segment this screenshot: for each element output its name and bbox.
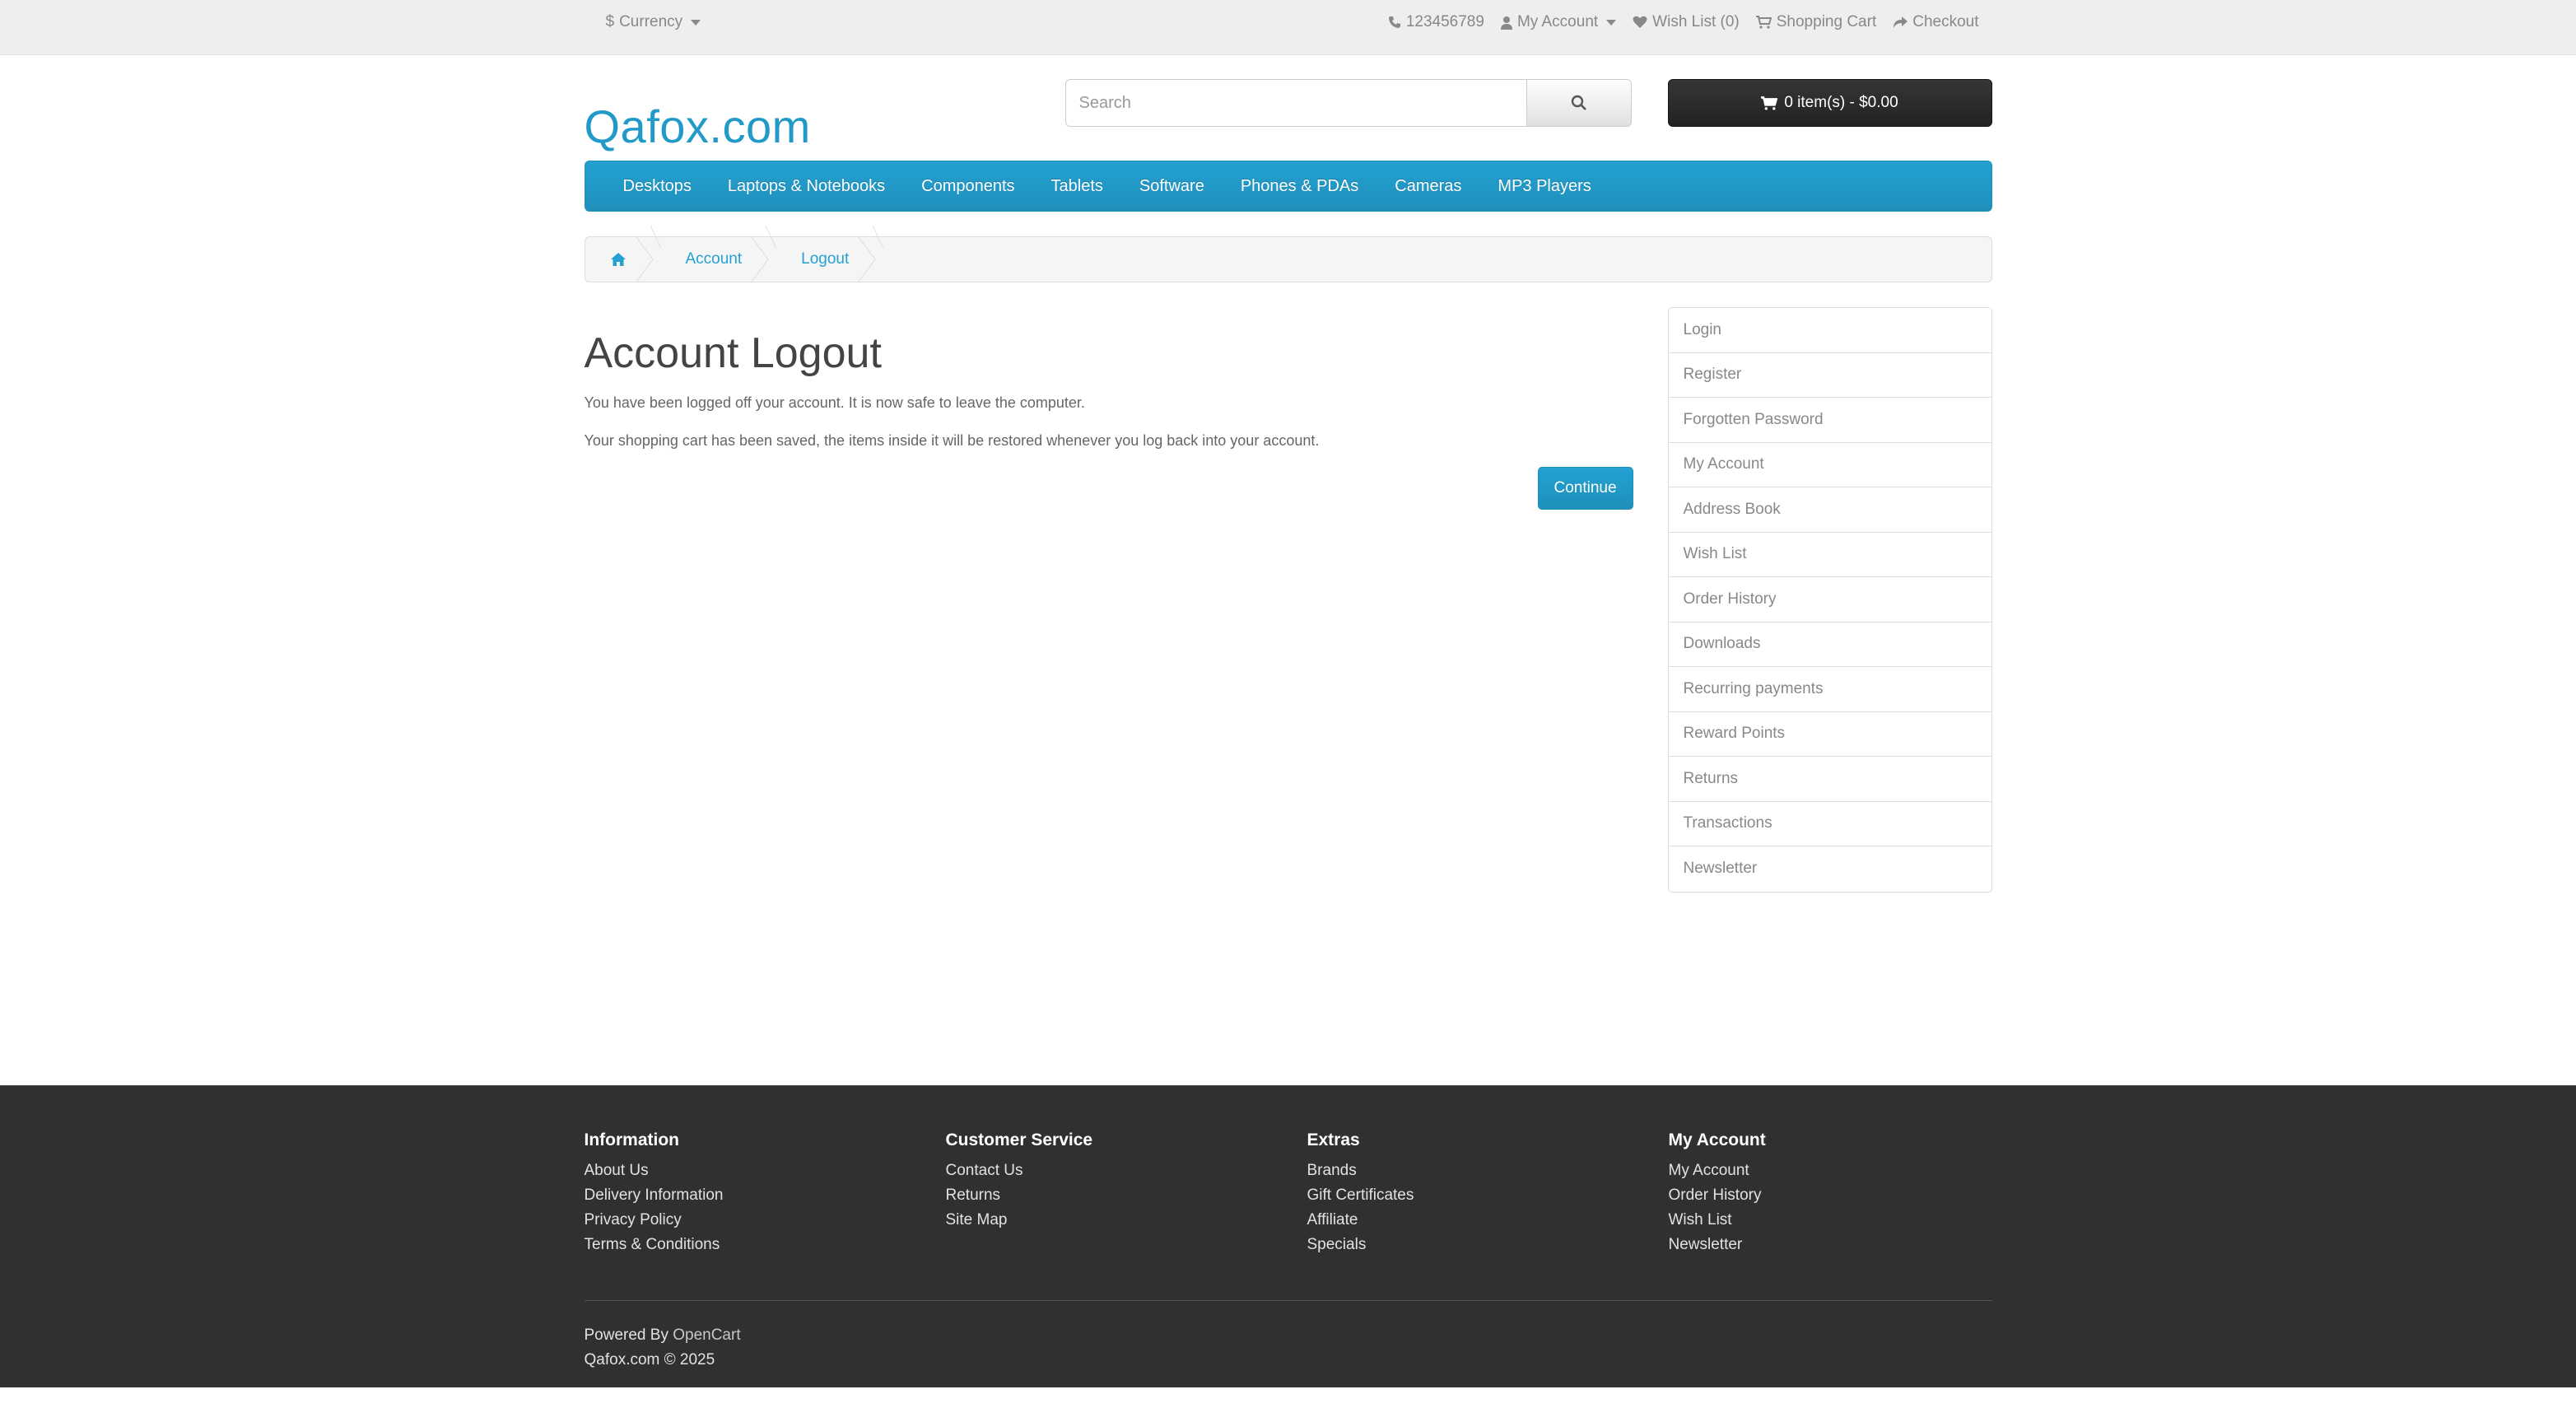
breadcrumb-account-label: Account bbox=[685, 250, 743, 268]
sidebar-item-wish-list[interactable]: Wish List bbox=[1668, 533, 1991, 577]
menu-item-desktops[interactable]: Desktops bbox=[605, 177, 710, 196]
opencart-link[interactable]: OpenCart bbox=[673, 1326, 740, 1344]
phone-icon bbox=[1388, 16, 1400, 28]
breadcrumb: Account Logout bbox=[584, 236, 1992, 282]
footer-link-my-account[interactable]: My Account bbox=[1669, 1159, 1766, 1183]
footer-heading: Information bbox=[584, 1131, 680, 1149]
sidebar-item-reward-points[interactable]: Reward Points bbox=[1668, 712, 1991, 757]
main-content: Account Logout You have been logged off … bbox=[585, 282, 1992, 1056]
my-account-label: My Account bbox=[1516, 13, 1599, 30]
top-links: 123456789 My Account Wish List (0) Shopp… bbox=[1388, 13, 1979, 31]
shopping-cart-label: Shopping Cart bbox=[1776, 13, 1877, 30]
menu-item-components[interactable]: Components bbox=[903, 177, 1032, 196]
home-icon bbox=[610, 253, 626, 266]
breadcrumb-logout[interactable]: Logout bbox=[770, 237, 877, 282]
checkout-link[interactable]: Checkout bbox=[1893, 13, 1979, 31]
footer-link-about-us[interactable]: About Us bbox=[585, 1159, 724, 1183]
footer-link-gift-certificates[interactable]: Gift Certificates bbox=[1307, 1183, 1414, 1208]
caret-down-icon bbox=[1606, 19, 1617, 26]
footer-divider bbox=[584, 1300, 1992, 1301]
currency-label: Currency bbox=[619, 13, 683, 30]
powered-by-label: Powered By bbox=[584, 1326, 668, 1344]
copyright: Qafox.com © 2025 bbox=[584, 1351, 715, 1368]
user-icon bbox=[1500, 16, 1512, 30]
wishlist-link[interactable]: Wish List (0) bbox=[1633, 13, 1740, 31]
footer-column-customer-service: Customer Service Contact Us Returns Site… bbox=[946, 1131, 1093, 1233]
cart-icon bbox=[1761, 96, 1778, 110]
menu-item-phones-pdas[interactable]: Phones & PDAs bbox=[1223, 177, 1377, 196]
phone-number: 123456789 bbox=[1405, 13, 1484, 30]
search-icon bbox=[1571, 95, 1586, 110]
menu-item-software[interactable]: Software bbox=[1121, 177, 1223, 196]
sidebar-item-returns[interactable]: Returns bbox=[1668, 757, 1991, 802]
footer-link-terms-conditions[interactable]: Terms & Conditions bbox=[585, 1233, 724, 1257]
footer-link-site-map[interactable]: Site Map bbox=[946, 1208, 1093, 1233]
search-input[interactable] bbox=[1064, 79, 1526, 127]
cart-total: 0 item(s) - $0.00 bbox=[1784, 94, 1898, 111]
search-box bbox=[1064, 79, 1632, 127]
footer-link-contact-us[interactable]: Contact Us bbox=[946, 1159, 1093, 1183]
phone-link[interactable]: 123456789 bbox=[1388, 13, 1484, 31]
footer-heading: My Account bbox=[1668, 1131, 1766, 1149]
caret-down-icon bbox=[691, 19, 701, 26]
logout-message: You have been logged off your account. I… bbox=[584, 394, 1085, 411]
continue-button[interactable]: Continue bbox=[1537, 467, 1633, 510]
menu-item-cameras[interactable]: Cameras bbox=[1377, 177, 1479, 196]
sidebar-item-forgotten-password[interactable]: Forgotten Password bbox=[1668, 398, 1991, 443]
menu-item-mp3-players[interactable]: MP3 Players bbox=[1479, 177, 1609, 196]
footer-heading: Extras bbox=[1307, 1131, 1360, 1149]
heart-icon bbox=[1633, 16, 1647, 28]
checkout-label: Checkout bbox=[1912, 13, 1979, 30]
breadcrumb-separator bbox=[859, 237, 876, 282]
footer-link-order-history[interactable]: Order History bbox=[1669, 1183, 1766, 1208]
footer-link-brands[interactable]: Brands bbox=[1307, 1159, 1414, 1183]
sidebar-item-login[interactable]: Login bbox=[1668, 308, 1991, 353]
footer-link-affiliate[interactable]: Affiliate bbox=[1307, 1208, 1414, 1233]
cart-icon bbox=[1755, 16, 1772, 29]
footer-link-delivery-information[interactable]: Delivery Information bbox=[585, 1183, 724, 1208]
footer-column-extras: Extras Brands Gift Certificates Affiliat… bbox=[1307, 1131, 1414, 1257]
powered-by: Powered By OpenCart bbox=[585, 1326, 741, 1345]
cart-button[interactable]: 0 item(s) - $0.00 bbox=[1667, 79, 1992, 127]
breadcrumb-separator bbox=[752, 237, 769, 282]
footer-link-returns[interactable]: Returns bbox=[946, 1183, 1093, 1208]
footer-link-specials[interactable]: Specials bbox=[1307, 1233, 1414, 1257]
sidebar-item-order-history[interactable]: Order History bbox=[1668, 577, 1991, 622]
footer-heading: Customer Service bbox=[945, 1131, 1093, 1149]
top-bar: $ Currency 123456789 My Account Wish Lis… bbox=[0, 0, 2576, 55]
sidebar-item-transactions[interactable]: Transactions bbox=[1668, 802, 1991, 846]
sidebar-item-register[interactable]: Register bbox=[1668, 353, 1991, 398]
sidebar-item-my-account[interactable]: My Account bbox=[1668, 443, 1991, 487]
breadcrumb-separator bbox=[636, 237, 654, 282]
footer-link-newsletter[interactable]: Newsletter bbox=[1669, 1233, 1766, 1257]
footer-link-wish-list[interactable]: Wish List bbox=[1669, 1208, 1766, 1233]
sidebar-item-downloads[interactable]: Downloads bbox=[1668, 622, 1991, 667]
page-title: Account Logout bbox=[584, 329, 882, 377]
sidebar-item-newsletter[interactable]: Newsletter bbox=[1669, 846, 1991, 892]
main-menu: Desktops Laptops & Notebooks Components … bbox=[584, 161, 1992, 212]
currency-dropdown[interactable]: $ Currency bbox=[606, 13, 701, 31]
footer-column-my-account: My Account My Account Order History Wish… bbox=[1669, 1131, 1766, 1257]
sidebar-item-address-book[interactable]: Address Book bbox=[1668, 487, 1991, 533]
shopping-cart-link[interactable]: Shopping Cart bbox=[1755, 13, 1877, 31]
currency-symbol: $ bbox=[605, 13, 615, 30]
footer-link-privacy-policy[interactable]: Privacy Policy bbox=[585, 1208, 724, 1233]
breadcrumb-home[interactable] bbox=[585, 237, 654, 282]
site-logo[interactable]: Qafox.com bbox=[585, 100, 811, 153]
menu-item-tablets[interactable]: Tablets bbox=[1033, 177, 1121, 196]
breadcrumb-account[interactable]: Account bbox=[654, 237, 771, 282]
my-account-dropdown[interactable]: My Account bbox=[1500, 13, 1617, 31]
search-button[interactable] bbox=[1526, 79, 1632, 127]
share-icon bbox=[1894, 16, 1908, 28]
breadcrumb-logout-label: Logout bbox=[801, 250, 850, 268]
footer: Information About Us Delivery Informatio… bbox=[0, 1085, 2576, 1387]
cart-saved-message: Your shopping cart has been saved, the i… bbox=[584, 432, 1320, 449]
header: Qafox.com 0 item(s) - $0.00 bbox=[585, 55, 1992, 161]
menu-item-laptops-notebooks[interactable]: Laptops & Notebooks bbox=[710, 177, 903, 196]
account-sidebar: Login Register Forgotten Password My Acc… bbox=[1667, 307, 1992, 893]
footer-column-information: Information About Us Delivery Informatio… bbox=[585, 1131, 724, 1257]
wishlist-label: Wish List (0) bbox=[1652, 13, 1740, 30]
sidebar-item-recurring-payments[interactable]: Recurring payments bbox=[1668, 667, 1991, 712]
